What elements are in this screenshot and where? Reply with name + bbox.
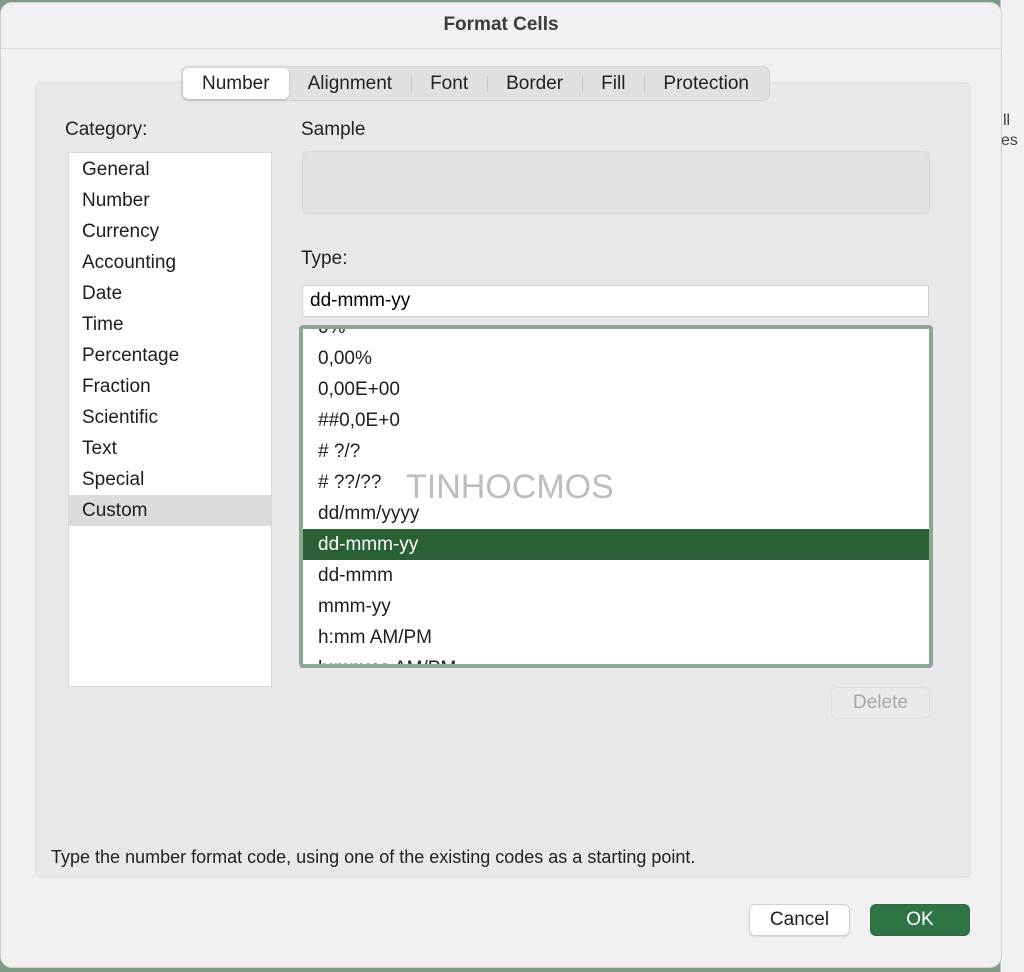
category-label: Category:	[65, 119, 148, 140]
type-list-item[interactable]: # ??/??	[303, 467, 929, 498]
sample-label: Sample	[301, 119, 366, 140]
category-item-date[interactable]: Date	[69, 278, 271, 309]
type-list-item[interactable]: ##0,0E+0	[303, 405, 929, 436]
type-format-list[interactable]: 0% 0,00% 0,00E+00 ##0,0E+0 # ?/? # ??/?? dd/mm…	[299, 325, 933, 668]
ribbon-partial-text: ll	[1003, 112, 1011, 129]
type-list-item[interactable]: h:mm:ss AM/PM	[303, 653, 929, 664]
type-input[interactable]	[302, 285, 929, 317]
category-item-number[interactable]: Number	[69, 185, 271, 216]
category-item-percentage[interactable]: Percentage	[69, 340, 271, 371]
type-list-item[interactable]: 0,00%	[303, 343, 929, 374]
type-list-item[interactable]: 0,00E+00	[303, 374, 929, 405]
cancel-button[interactable]: Cancel	[749, 904, 850, 936]
type-list-item[interactable]: # ?/?	[303, 436, 929, 467]
category-item-fraction[interactable]: Fraction	[69, 371, 271, 402]
tab-protection[interactable]: Protection	[644, 68, 768, 99]
tab-border[interactable]: Border	[487, 68, 582, 99]
tab-alignment[interactable]: Alignment	[289, 68, 412, 99]
hint-text: Type the number format code, using one o…	[51, 847, 696, 867]
tab-font[interactable]: Font	[411, 68, 487, 99]
type-list-item[interactable]: dd-mmm	[303, 560, 929, 591]
type-list-item[interactable]: 0%	[303, 329, 929, 343]
tab-bar: Number Alignment Font Border Fill Protection	[181, 66, 770, 101]
delete-button[interactable]: Delete	[831, 687, 930, 719]
category-item-custom[interactable]: Custom	[69, 495, 271, 526]
category-item-scientific[interactable]: Scientific	[69, 402, 271, 433]
dialog-title: Format Cells	[1, 3, 1001, 49]
category-item-time[interactable]: Time	[69, 309, 271, 340]
category-item-currency[interactable]: Currency	[69, 216, 271, 247]
watermark: TINHOCMOS	[406, 468, 614, 506]
category-item-accounting[interactable]: Accounting	[69, 247, 271, 278]
category-item-general[interactable]: General	[69, 154, 271, 185]
sample-box	[302, 151, 930, 214]
ribbon-partial-text: es	[1001, 132, 1018, 149]
category-item-special[interactable]: Special	[69, 464, 271, 495]
category-list[interactable]: General Number Currency Accounting Date Time P…	[68, 152, 272, 687]
category-item-text[interactable]: Text	[69, 433, 271, 464]
tab-fill[interactable]: Fill	[582, 68, 644, 99]
background-spreadsheet: ll es	[1000, 0, 1024, 972]
type-list-item[interactable]: h:mm AM/PM	[303, 622, 929, 653]
type-list-item[interactable]: dd-mmm-yy	[303, 529, 929, 560]
type-list-item[interactable]: mmm-yy	[303, 591, 929, 622]
ok-button[interactable]: OK	[870, 904, 970, 936]
tab-number[interactable]: Number	[183, 68, 289, 99]
type-list-item[interactable]: dd/mm/yyyy	[303, 498, 929, 529]
type-label: Type:	[301, 248, 348, 269]
